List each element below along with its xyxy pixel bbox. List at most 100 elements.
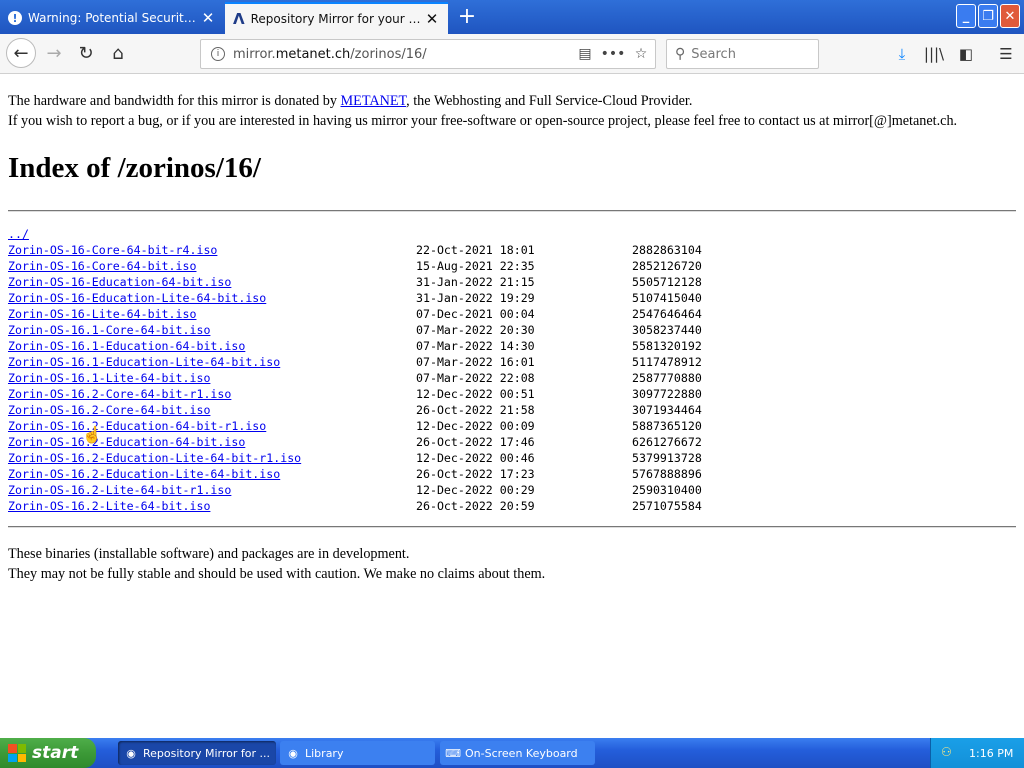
bookmark-star-icon[interactable]: ☆ <box>627 46 655 62</box>
table-row: Zorin-OS-16.2-Lite-64-bit-r1.iso 12-Dec-2… <box>8 483 768 499</box>
reload-button[interactable]: ↻ <box>72 39 100 67</box>
warning-icon: ! <box>8 11 22 25</box>
file-size: 2882863104 <box>632 243 702 257</box>
table-row: Zorin-OS-16.2-Education-Lite-64-bit-r1.i… <box>8 451 768 467</box>
tab-label: Repository Mirror for your Cloud Server <box>250 12 424 26</box>
file-date: 07-Mar-2022 14:30 <box>416 339 535 353</box>
close-tab-icon[interactable]: ✕ <box>200 9 216 27</box>
file-link[interactable]: Zorin-OS-16-Lite-64-bit.iso <box>8 307 196 321</box>
file-date: 07-Dec-2021 00:04 <box>416 307 535 321</box>
table-row: Zorin-OS-16.2-Education-Lite-64-bit.iso 2… <box>8 467 768 483</box>
sidebar-icon[interactable]: ◧ <box>954 42 978 66</box>
file-size: 3071934464 <box>632 403 702 417</box>
firefox-icon: ◉ <box>126 746 136 760</box>
page-content: The hardware and bandwidth for this mirr… <box>0 75 1024 738</box>
taskbar-item-firefox[interactable]: ◉ Repository Mirror for ... <box>118 741 276 765</box>
search-placeholder: Search <box>691 46 736 62</box>
file-link[interactable]: Zorin-OS-16.1-Education-64-bit.iso <box>8 339 245 353</box>
table-row: Zorin-OS-16.2-Education-64-bit.iso 26-Oct… <box>8 435 768 451</box>
file-link[interactable]: Zorin-OS-16.2-Lite-64-bit-r1.iso <box>8 483 231 497</box>
file-date: 31-Jan-2022 21:15 <box>416 275 535 289</box>
taskbar-item-label: Library <box>305 746 344 760</box>
back-button[interactable]: ← <box>6 38 36 68</box>
file-date: 12-Dec-2022 00:29 <box>416 483 535 497</box>
url-domain: metanet.ch <box>275 46 351 62</box>
start-label: start <box>32 743 79 763</box>
file-link[interactable]: Zorin-OS-16.2-Lite-64-bit.iso <box>8 499 210 513</box>
forward-button[interactable]: → <box>40 39 68 67</box>
disclaimer-line-1: These binaries (installable software) an… <box>8 546 410 562</box>
file-size: 3097722880 <box>632 387 702 401</box>
file-link[interactable]: Zorin-OS-16.2-Core-64-bit.iso <box>8 403 210 417</box>
file-size: 2571075584 <box>632 499 702 513</box>
page-actions-icon[interactable]: ••• <box>599 46 627 62</box>
network-icon[interactable]: ⚇ <box>941 745 957 761</box>
file-link[interactable]: Zorin-OS-16.2-Education-64-bit-r1.iso <box>8 419 266 433</box>
hamburger-menu-icon[interactable]: ☰ <box>994 42 1018 66</box>
url-prefix: mirror. <box>233 46 276 62</box>
minimize-window-button[interactable]: _ <box>956 4 976 28</box>
intro-text: , the Webhosting and Full Service-Cloud … <box>406 93 693 109</box>
file-size: 5379913728 <box>632 451 702 465</box>
divider <box>8 526 1016 528</box>
taskbar-item-label: On-Screen Keyboard <box>465 746 578 760</box>
table-row: Zorin-OS-16-Core-64-bit-r4.iso 22-Oct-202… <box>8 243 768 259</box>
page-title: Index of /zorinos/16/ <box>8 152 261 184</box>
tab-repository-mirror[interactable]: Λ Repository Mirror for your Cloud Serve… <box>225 2 448 34</box>
start-button[interactable]: start <box>0 738 96 768</box>
tab-security-warning[interactable]: ! Warning: Potential Security Risk Ahead… <box>0 2 224 34</box>
library-icon[interactable]: |||\ <box>922 42 946 66</box>
file-link[interactable]: Zorin-OS-16.1-Education-Lite-64-bit.iso <box>8 355 280 369</box>
file-size: 5505712128 <box>632 275 702 289</box>
parent-directory-row: ../ <box>8 227 768 243</box>
downloads-icon[interactable]: ⤓ <box>890 42 914 66</box>
file-link[interactable]: Zorin-OS-16-Core-64-bit-r4.iso <box>8 243 217 257</box>
system-tray: ⚇ 1:16 PM <box>930 738 1024 768</box>
table-row: Zorin-OS-16.2-Education-64-bit-r1.iso 12-… <box>8 419 768 435</box>
file-link[interactable]: Zorin-OS-16-Education-64-bit.iso <box>8 275 231 289</box>
file-date: 12-Dec-2022 00:51 <box>416 387 535 401</box>
intro-line-2: If you wish to report a bug, or if you a… <box>8 113 958 129</box>
search-bar[interactable]: ⚲ Search <box>666 39 819 69</box>
file-link[interactable]: Zorin-OS-16.2-Education-Lite-64-bit.iso <box>8 467 280 481</box>
close-window-button[interactable]: ✕ <box>1000 4 1020 28</box>
file-date: 07-Mar-2022 16:01 <box>416 355 535 369</box>
file-size: 5107415040 <box>632 291 702 305</box>
table-row: Zorin-OS-16-Education-64-bit.iso 31-Jan-2… <box>8 275 768 291</box>
file-link[interactable]: Zorin-OS-16.1-Lite-64-bit.iso <box>8 371 210 385</box>
reader-view-icon[interactable]: ▤ <box>571 46 599 62</box>
home-button[interactable]: ⌂ <box>104 39 132 67</box>
file-link[interactable]: Zorin-OS-16-Education-Lite-64-bit.iso <box>8 291 266 305</box>
disclaimer-line-2: They may not be fully stable and should … <box>8 566 546 582</box>
file-link[interactable]: Zorin-OS-16.1-Core-64-bit.iso <box>8 323 210 337</box>
site-favicon-icon: Λ <box>233 10 245 28</box>
file-date: 07-Mar-2022 20:30 <box>416 323 535 337</box>
url-text[interactable]: mirror.metanet.ch/zorinos/16/ <box>233 47 571 62</box>
file-link[interactable]: Zorin-OS-16.2-Core-64-bit-r1.iso <box>8 387 231 401</box>
keyboard-icon: ⌨ <box>445 746 461 760</box>
file-size: 5887365120 <box>632 419 702 433</box>
file-size: 5767888896 <box>632 467 702 481</box>
file-link[interactable]: Zorin-OS-16-Core-64-bit.iso <box>8 259 196 273</box>
table-row: Zorin-OS-16-Education-Lite-64-bit.iso 31-… <box>8 291 768 307</box>
table-row: Zorin-OS-16.2-Core-64-bit-r1.iso 12-Dec-2… <box>8 387 768 403</box>
file-size: 2547646464 <box>632 307 702 321</box>
search-icon: ⚲ <box>675 46 686 62</box>
library-icon: ◉ <box>288 746 298 760</box>
file-link[interactable]: Zorin-OS-16.2-Education-64-bit.iso <box>8 435 245 449</box>
windows-logo-icon <box>8 744 26 762</box>
info-icon[interactable]: i <box>211 47 225 61</box>
tab-label: Warning: Potential Security Risk Ahead <box>28 11 200 25</box>
file-date: 15-Aug-2021 22:35 <box>416 259 535 273</box>
taskbar-item-on-screen-keyboard[interactable]: ⌨ On-Screen Keyboard <box>440 741 595 765</box>
close-tab-icon[interactable]: ✕ <box>424 10 440 28</box>
metanet-link[interactable]: METANET <box>341 93 407 109</box>
table-row: Zorin-OS-16.1-Education-Lite-64-bit.iso 0… <box>8 355 768 371</box>
maximize-window-button[interactable]: ❐ <box>978 4 998 28</box>
taskbar-item-library[interactable]: ◉ Library <box>280 741 435 765</box>
file-link[interactable]: Zorin-OS-16.2-Education-Lite-64-bit-r1.i… <box>8 451 301 465</box>
file-size: 6261276672 <box>632 435 702 449</box>
address-bar[interactable]: i mirror.metanet.ch/zorinos/16/ ▤ ••• ☆ <box>200 39 656 69</box>
parent-directory-link[interactable]: ../ <box>8 227 29 241</box>
new-tab-button[interactable]: + <box>455 4 479 29</box>
